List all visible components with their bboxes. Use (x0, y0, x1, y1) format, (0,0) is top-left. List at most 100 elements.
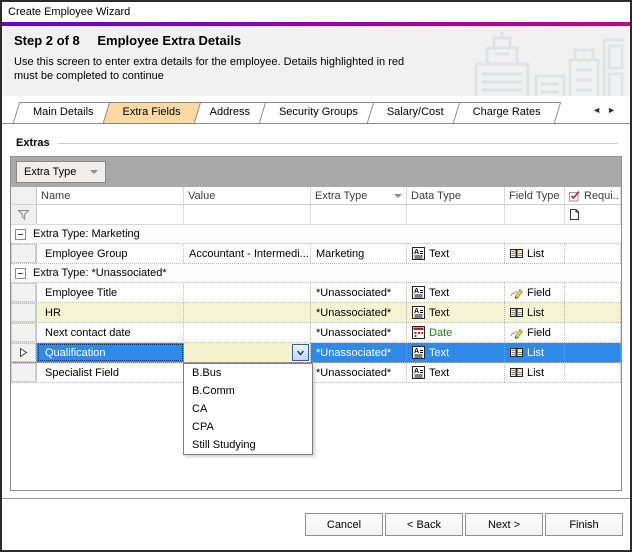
cell-required[interactable] (565, 283, 621, 302)
caption-divider (58, 143, 618, 144)
cell-data-type[interactable]: A Text (407, 283, 505, 302)
qualification-dropdown-list: B.Bus B.Comm CA CPA Still Studying (183, 363, 313, 455)
column-header-required[interactable]: Requi... (565, 187, 621, 204)
cell-value[interactable] (184, 283, 311, 302)
value-combo-editor[interactable] (184, 343, 311, 362)
cell-field-type[interactable]: Field (505, 323, 565, 342)
tab-address[interactable]: Address (193, 102, 267, 123)
cell-name[interactable]: Employee Group (37, 244, 184, 263)
window-titlebar: Create Employee Wizard (2, 2, 630, 22)
field-pencil-icon (510, 286, 523, 299)
tab-salary-cost[interactable]: Salary/Cost (370, 102, 461, 123)
column-header-data-type[interactable]: Data Type (407, 187, 505, 204)
cell-name[interactable]: Qualification (37, 343, 184, 362)
cancel-button[interactable]: Cancel (305, 513, 383, 536)
cell-field-type[interactable]: List (505, 244, 565, 263)
required-check-icon (569, 190, 581, 202)
row-header-cell[interactable] (11, 323, 37, 342)
row-header-cell[interactable] (11, 283, 37, 302)
filter-cell-field-type[interactable] (505, 205, 565, 224)
sort-descending-icon (394, 194, 402, 198)
table-row[interactable]: Next contact date *Unassociated* Date Fi… (11, 323, 621, 343)
column-header-value[interactable]: Value (184, 187, 311, 204)
combo-dropdown-button[interactable] (292, 344, 309, 361)
filter-cell-name[interactable] (37, 205, 184, 224)
cell-required[interactable] (565, 244, 621, 263)
cell-name[interactable]: HR (37, 303, 184, 322)
filter-row-button[interactable] (11, 205, 37, 224)
dropdown-option[interactable]: CPA (184, 418, 312, 436)
cell-name[interactable]: Next contact date (37, 323, 184, 342)
svg-text:A: A (414, 249, 419, 256)
tab-scroll-left-icon[interactable]: ◄ (592, 105, 607, 115)
cell-value[interactable]: Accountant - Intermedi... (184, 244, 311, 263)
row-header-cell[interactable] (11, 343, 37, 362)
cell-data-type[interactable]: A Text (407, 343, 505, 362)
cell-required[interactable] (565, 363, 621, 382)
group-row-marketing[interactable]: Extra Type: Marketing (11, 225, 621, 244)
chevron-down-icon (295, 348, 306, 358)
filter-cell-extra-type[interactable] (311, 205, 407, 224)
cell-data-type[interactable]: A Text (407, 303, 505, 322)
table-row-selected[interactable]: Qualification *Unassociated* A Text List (11, 343, 621, 363)
back-button[interactable]: < Back (385, 513, 463, 536)
dropdown-option[interactable]: CA (184, 400, 312, 418)
blank-page-icon (568, 208, 581, 221)
cell-required[interactable] (565, 303, 621, 322)
cell-value[interactable] (184, 323, 311, 342)
text-type-icon: A (412, 346, 425, 359)
grid-filter-row (11, 205, 621, 225)
column-header-field-type[interactable]: Field Type (505, 187, 565, 204)
cell-name[interactable]: Employee Title (37, 283, 184, 302)
cell-extra-type[interactable]: *Unassociated* (311, 283, 407, 302)
date-type-icon (412, 326, 425, 339)
cell-extra-type[interactable]: *Unassociated* (311, 363, 407, 382)
cell-data-type[interactable]: A Text (407, 363, 505, 382)
cell-field-type[interactable]: List (505, 363, 565, 382)
dropdown-option[interactable]: B.Bus (184, 364, 312, 382)
collapse-minus-icon[interactable] (15, 268, 26, 279)
cell-extra-type[interactable]: *Unassociated* (311, 343, 407, 362)
dropdown-option[interactable]: Still Studying (184, 436, 312, 454)
row-header-cell[interactable] (11, 363, 37, 382)
column-header-name[interactable]: Name (37, 187, 184, 204)
next-button[interactable]: Next > (465, 513, 543, 536)
tab-scroll-right-icon[interactable]: ► (607, 105, 622, 115)
group-by-extra-type-button[interactable]: Extra Type (16, 161, 106, 183)
svg-text:A: A (414, 288, 419, 295)
tab-extra-fields[interactable]: Extra Fields (106, 102, 198, 123)
cell-extra-type[interactable]: *Unassociated* (311, 303, 407, 322)
text-type-icon: A (412, 247, 425, 260)
filter-cell-required[interactable] (565, 205, 621, 224)
row-header-cell[interactable] (11, 303, 37, 322)
finish-button[interactable]: Finish (545, 513, 623, 536)
table-row[interactable]: HR *Unassociated* A Text List (11, 303, 621, 323)
cell-field-type[interactable]: Field (505, 283, 565, 302)
cell-extra-type[interactable]: *Unassociated* (311, 323, 407, 342)
tab-charge-rates[interactable]: Charge Rates (456, 102, 558, 123)
tab-security-groups[interactable]: Security Groups (262, 102, 375, 123)
cell-extra-type[interactable]: Marketing (311, 244, 407, 263)
collapse-minus-icon[interactable] (15, 229, 26, 240)
cell-value[interactable] (184, 303, 311, 322)
tab-main-details[interactable]: Main Details (16, 102, 111, 123)
cell-field-type[interactable]: List (505, 303, 565, 322)
group-row-unassociated[interactable]: Extra Type: *Unassociated* (11, 264, 621, 283)
table-row[interactable]: Employee Title *Unassociated* A Text Fie… (11, 283, 621, 303)
extras-section-caption: Extras (16, 136, 618, 150)
filter-cell-value[interactable] (184, 205, 311, 224)
cell-name[interactable]: Specialist Field (37, 363, 184, 382)
table-row[interactable]: Specialist Field *Unassociated* A Text L… (11, 363, 621, 383)
row-header-cell[interactable] (11, 244, 37, 263)
cell-data-type[interactable]: A Text (407, 244, 505, 263)
column-header-extra-type[interactable]: Extra Type (311, 187, 407, 204)
table-row[interactable]: Employee Group Accountant - Intermedi...… (11, 244, 621, 264)
cell-field-type[interactable]: List (505, 343, 565, 362)
cell-data-type[interactable]: Date (407, 323, 505, 342)
field-pencil-icon (510, 326, 523, 339)
dropdown-option[interactable]: B.Comm (184, 382, 312, 400)
tab-scroll-arrows: ◄► (592, 105, 622, 115)
filter-cell-data-type[interactable] (407, 205, 505, 224)
cell-required[interactable] (565, 343, 621, 362)
cell-required[interactable] (565, 323, 621, 342)
